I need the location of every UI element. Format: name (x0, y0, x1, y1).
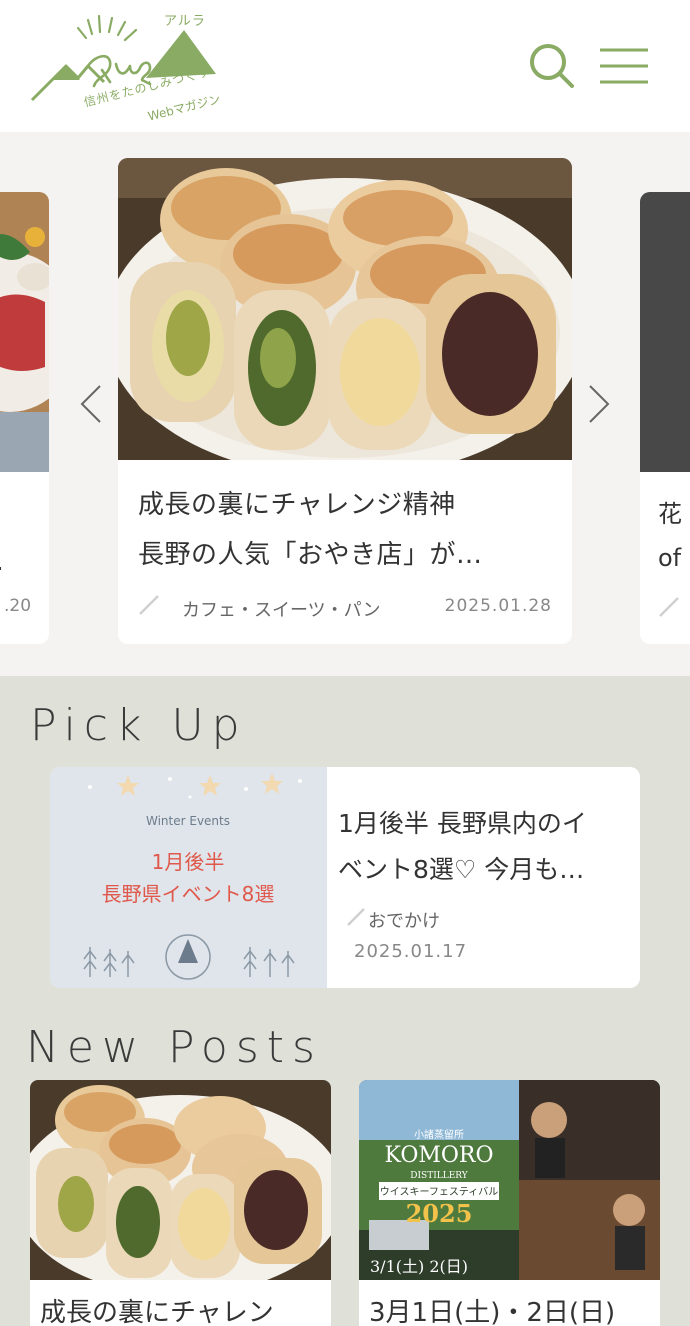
slide-next-text-1: 花 (658, 500, 682, 528)
search-icon (530, 44, 574, 88)
category-slash-icon (347, 908, 365, 926)
chevron-left-icon (80, 385, 101, 423)
slide-title-line1: 成長の裏にチャレンジ精神 (138, 490, 456, 520)
chevron-right-icon (589, 385, 610, 423)
slide-meta: カフェ・スイーツ・パン 2025.01.28 (138, 590, 552, 622)
komoro-text-4: ウイスキーフェスティバル (380, 1186, 499, 1198)
slide-next-text-2: of (658, 544, 682, 572)
pickup-heading: Pick Up (30, 700, 248, 751)
slide-image (640, 192, 690, 472)
slide-category[interactable]: カフェ・スイーツ・パン (182, 596, 381, 622)
slide-card-prev[interactable]: . .20 (0, 192, 49, 644)
komoro-text-6: 3/1(土) 2(日) (370, 1257, 468, 1276)
pickup-title-line1: 1月後半 長野県内のイ (338, 809, 587, 838)
post-image-oyaki (30, 1080, 331, 1280)
komoro-text-1: 小諸蒸留所 (414, 1128, 464, 1141)
site-header: アルラ 信州をたのしみつくす Webマガジン (0, 0, 690, 132)
site-logo[interactable]: アルラ 信州をたのしみつくす Webマガジン (26, 8, 226, 128)
category-slash-icon (139, 595, 159, 615)
featured-slider: . .20 (0, 132, 690, 676)
search-button[interactable] (526, 40, 578, 92)
slide-prev-text: . (0, 548, 4, 576)
pickup-category[interactable]: おでかけ (368, 907, 440, 933)
pickup-image-caption-en: Winter Events (146, 814, 230, 828)
slide-title-line2: 長野の人気「おやき店」が… (138, 540, 483, 570)
post-image-komoro: 小諸蒸留所 KOMORO DISTILLERY ウイスキーフェスティバル 202… (359, 1080, 660, 1280)
post-title: 成長の裏にチャレン (40, 1298, 274, 1326)
newposts-heading: New Posts (26, 1022, 323, 1073)
komoro-text-5: 2025 (406, 1199, 473, 1228)
pickup-image-caption-2: 長野県イベント8選 (102, 882, 275, 906)
slider-prev-button[interactable] (76, 382, 106, 426)
pickup-title[interactable]: 1月後半 長野県内のイ ベント8選♡ 今月も… (338, 801, 628, 893)
menu-button[interactable] (598, 46, 650, 86)
slide-image (0, 192, 49, 472)
pickup-title-line2: ベント8選♡ 今月も… (338, 855, 585, 884)
pickup-date: 2025.01.17 (354, 941, 468, 962)
slide-image-oyaki (118, 158, 572, 460)
pickup-image: Winter Events 1月後半 長野県イベント8選 (50, 767, 327, 988)
slide-title[interactable]: 成長の裏にチャレンジ精神 長野の人気「おやき店」が… (138, 480, 552, 580)
slider-next-button[interactable] (584, 382, 614, 426)
pickup-card[interactable]: Winter Events 1月後半 長野県イベント8選 1月後半 長野県内のイ… (50, 767, 640, 988)
post-card[interactable]: 小諸蒸留所 KOMORO DISTILLERY ウイスキーフェスティバル 202… (359, 1080, 660, 1326)
slide-card-next[interactable]: 花 of (640, 192, 690, 644)
slide-prev-date: .20 (4, 596, 32, 616)
komoro-text-2: KOMORO (384, 1143, 493, 1168)
post-card[interactable]: 成長の裏にチャレン (30, 1080, 331, 1326)
post-title: 3月1日(土)・2日(日) (369, 1298, 616, 1326)
hamburger-menu-icon (600, 48, 648, 84)
komoro-text-3: DISTILLERY (410, 1171, 469, 1181)
slide-card-current[interactable]: 成長の裏にチャレンジ精神 長野の人気「おやき店」が… カフェ・スイーツ・パン 2… (118, 158, 572, 644)
pickup-image-art: Winter Events 1月後半 長野県イベント8選 (50, 767, 327, 988)
slide-date: 2025.01.28 (444, 596, 552, 616)
category-slash-icon (659, 597, 679, 617)
pickup-image-caption-1: 1月後半 (152, 850, 225, 874)
logo-kana: アルラ (164, 14, 206, 29)
